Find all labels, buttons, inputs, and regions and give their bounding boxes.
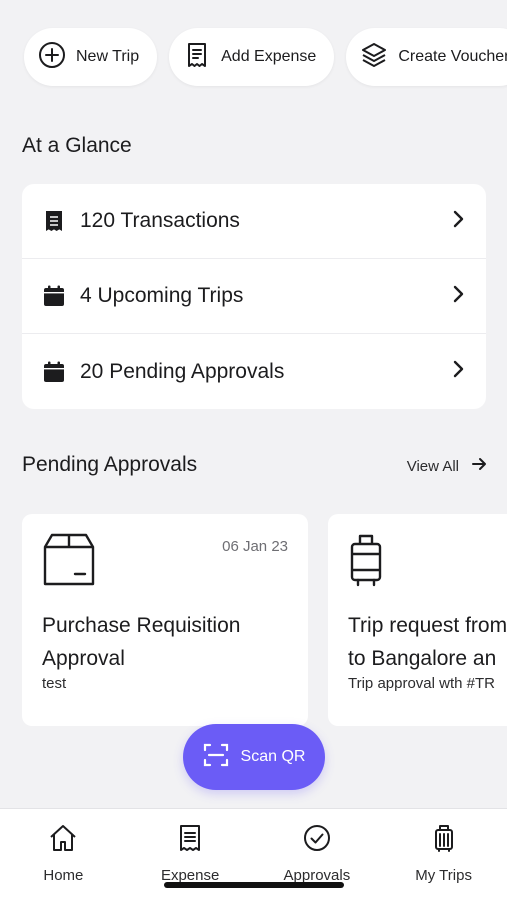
create-voucher-button[interactable]: Create Voucher — [346, 28, 507, 86]
approval-date: 06 Jan 23 — [222, 538, 288, 555]
new-trip-button[interactable]: New Trip — [24, 28, 158, 86]
at-a-glance-heading: At a Glance — [22, 134, 132, 157]
scan-icon — [203, 742, 229, 773]
nav-label: My Trips — [415, 867, 472, 884]
glance-item-transactions[interactable]: 120 Transactions — [22, 184, 486, 259]
at-a-glance-card: 120 Transactions 4 Upcoming Trips 20 Pen… — [22, 184, 486, 409]
approvals-carousel[interactable]: 06 Jan 23 Purchase Requisition Approval … — [22, 514, 507, 726]
scan-qr-button[interactable]: Scan QR — [183, 724, 325, 790]
approval-subtitle: test — [42, 675, 67, 692]
approval-subtitle: Trip approval wth #TR — [348, 675, 495, 692]
calendar-icon — [42, 284, 66, 308]
glance-item-label: 120 Transactions — [80, 209, 240, 232]
view-all-label: View All — [406, 457, 459, 475]
add-expense-label: Add Expense — [221, 48, 317, 65]
create-voucher-label: Create Voucher — [398, 48, 507, 65]
receipt-icon — [183, 41, 211, 74]
receipt-icon — [175, 823, 205, 857]
nav-my-trips[interactable]: My Trips — [380, 809, 507, 900]
home-icon — [48, 823, 78, 857]
layers-icon — [360, 41, 388, 74]
glance-item-label: 20 Pending Approvals — [80, 359, 285, 383]
arrow-right-icon — [471, 456, 487, 476]
calendar-icon — [42, 360, 66, 384]
glance-item-pending-approvals[interactable]: 20 Pending Approvals — [22, 334, 486, 409]
chevron-right-icon — [448, 359, 468, 384]
glance-item-label: 4 Upcoming Trips — [80, 284, 244, 307]
add-expense-button[interactable]: Add Expense — [169, 28, 335, 86]
quick-actions: New Trip Add Expense Create Voucher — [24, 28, 507, 86]
home-indicator — [164, 882, 344, 888]
receipt-filled-icon — [42, 209, 66, 233]
luggage-icon — [429, 823, 459, 857]
chevron-right-icon — [448, 209, 468, 234]
nav-label: Home — [43, 867, 84, 884]
scan-qr-label: Scan QR — [240, 748, 306, 765]
check-circle-icon — [302, 823, 332, 857]
new-trip-label: New Trip — [76, 48, 140, 65]
approval-card[interactable]: Trip request from to Bangalore an Trip a… — [328, 514, 507, 726]
pending-approvals-heading: Pending Approvals — [22, 453, 198, 476]
plus-circle-icon — [38, 41, 66, 74]
approval-title: Trip request from to Bangalore an — [348, 614, 507, 670]
glance-item-upcoming-trips[interactable]: 4 Upcoming Trips — [22, 259, 486, 334]
luggage-icon — [348, 532, 507, 593]
approval-title: Purchase Requisition Approval — [42, 614, 241, 670]
view-all-link[interactable]: View All — [407, 456, 487, 476]
approval-card[interactable]: 06 Jan 23 Purchase Requisition Approval … — [22, 514, 308, 726]
chevron-right-icon — [448, 284, 468, 309]
nav-home[interactable]: Home — [0, 809, 127, 900]
screen: New Trip Add Expense Create Voucher At a… — [0, 0, 507, 900]
